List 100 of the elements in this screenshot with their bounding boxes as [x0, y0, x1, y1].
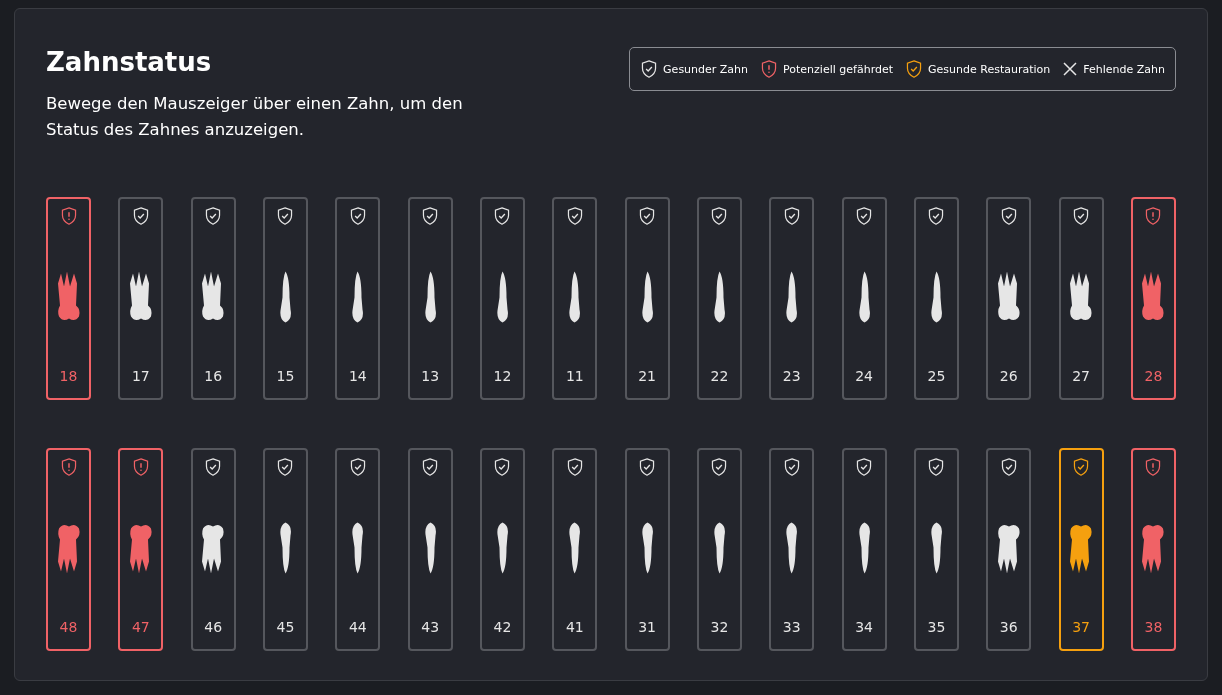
shield-check-icon	[348, 207, 367, 225]
description-text: Bewege den Mauszeiger über einen Zahn, um den Status des Zahnes anzuzeigen.	[46, 93, 464, 141]
tooth-card[interactable]: 43	[407, 448, 453, 651]
tooth-number: 18	[59, 368, 78, 384]
tooth-number: 21	[638, 368, 657, 384]
tooth-number: 27	[1072, 368, 1090, 384]
tooth-card[interactable]: 37	[1058, 448, 1104, 651]
tooth-number: 37	[1072, 619, 1090, 635]
tooth-card[interactable]: 12	[479, 197, 525, 400]
tooth-number: 42	[493, 619, 512, 635]
shield-check-icon	[710, 207, 729, 225]
tooth-card[interactable]: 36	[986, 448, 1032, 651]
shield-check-icon	[927, 458, 946, 476]
tooth-card[interactable]: 45	[263, 448, 308, 651]
shield-check-icon	[204, 207, 223, 225]
shield-check-icon	[421, 207, 440, 225]
shield-check-icon	[640, 60, 659, 78]
tooth-number: 32	[710, 619, 729, 635]
cross-icon	[1062, 61, 1079, 77]
tooth-number: 11	[565, 368, 584, 384]
tooth-number: 23	[782, 368, 801, 384]
tooth-card[interactable]: 13	[407, 197, 453, 400]
tooth-number: 15	[276, 368, 295, 384]
tooth-card[interactable]: 47	[118, 448, 164, 651]
tooth-number: 34	[855, 619, 873, 635]
shield-exclamation-icon	[59, 458, 78, 476]
shield-check-icon	[493, 207, 512, 225]
shield-check-icon	[710, 458, 729, 476]
tooth-number: 25	[927, 368, 946, 384]
shield-exclamation-icon	[1144, 458, 1163, 476]
tooth-card[interactable]: 41	[552, 448, 598, 651]
shield-exclamation-icon	[760, 60, 779, 78]
shield-check-icon	[855, 207, 874, 225]
tooth-number: 48	[59, 619, 78, 635]
tooth-card[interactable]: 28	[1130, 197, 1176, 400]
shield-exclamation-icon	[131, 458, 150, 476]
shield-check-icon	[1072, 458, 1091, 476]
tooth-number: 38	[1144, 619, 1163, 635]
tooth-number: 17	[131, 368, 150, 384]
tooth-card[interactable]: 46	[190, 448, 236, 651]
tooth-number: 26	[999, 368, 1018, 384]
tooth-card[interactable]: 42	[479, 448, 525, 651]
tooth-number: 22	[710, 368, 729, 384]
shield-exclamation-icon	[59, 207, 78, 225]
shield-exclamation-icon	[1144, 207, 1163, 225]
tooth-number: 36	[999, 619, 1018, 635]
tooth-card[interactable]: 33	[769, 448, 815, 651]
tooth-card[interactable]: 22	[696, 197, 742, 400]
tooth-card[interactable]: 48	[46, 448, 91, 651]
tooth-card[interactable]: 23	[769, 197, 815, 400]
shield-check-icon	[565, 458, 584, 476]
shield-check-icon	[493, 458, 512, 476]
tooth-card[interactable]: 15	[263, 197, 308, 400]
shield-check-icon	[782, 458, 801, 476]
shield-check-icon	[999, 458, 1018, 476]
legend-label: Gesunder Zahn	[663, 62, 749, 76]
tooth-number: 41	[565, 619, 584, 635]
tooth-number: 44	[348, 619, 367, 635]
page-title: Zahnstatus	[46, 47, 213, 77]
tooth-number: 28	[1144, 368, 1163, 384]
shield-check-icon	[276, 458, 295, 476]
tooth-number: 14	[348, 368, 367, 384]
tooth-number: 31	[638, 619, 657, 635]
tooth-number: 16	[204, 368, 223, 384]
tooth-card[interactable]: 24	[841, 197, 887, 400]
tooth-card[interactable]: 32	[696, 448, 742, 651]
tooth-card[interactable]: 26	[986, 197, 1032, 400]
shield-check-icon	[927, 207, 946, 225]
tooth-card[interactable]: 16	[190, 197, 236, 400]
shield-check-icon	[348, 458, 367, 476]
legend-label: Gesunde Restauration	[928, 62, 1051, 76]
shield-check-icon	[999, 207, 1018, 225]
tooth-card[interactable]: 31	[624, 448, 670, 651]
tooth-number: 13	[421, 368, 440, 384]
tooth-number: 43	[421, 619, 440, 635]
shield-check-icon	[638, 207, 657, 225]
legend-label: Potenziell gefährdet	[783, 62, 894, 76]
shield-check-icon	[565, 207, 584, 225]
tooth-card[interactable]: 44	[335, 448, 381, 651]
tooth-card[interactable]: 25	[913, 197, 959, 400]
shield-check-icon	[638, 458, 657, 476]
tooth-number: 33	[782, 619, 801, 635]
tooth-card[interactable]: 18	[46, 197, 91, 400]
shield-check-icon	[782, 207, 801, 225]
shield-check-icon	[131, 207, 150, 225]
tooth-card[interactable]: 35	[913, 448, 959, 651]
legend-label: Fehlende Zahn	[1083, 62, 1165, 76]
tooth-card[interactable]: 38	[1130, 448, 1176, 651]
tooth-card[interactable]: 14	[335, 197, 381, 400]
tooth-card[interactable]: 27	[1058, 197, 1104, 400]
tooth-number: 24	[855, 368, 873, 384]
shield-check-icon	[905, 60, 924, 78]
shield-check-icon	[855, 458, 874, 476]
tooth-number: 47	[131, 619, 150, 635]
tooth-card[interactable]: 21	[624, 197, 670, 400]
tooth-card[interactable]: 34	[841, 448, 887, 651]
shield-check-icon	[204, 458, 223, 476]
tooth-number: 46	[204, 619, 223, 635]
tooth-card[interactable]: 17	[118, 197, 164, 400]
tooth-card[interactable]: 11	[552, 197, 598, 400]
